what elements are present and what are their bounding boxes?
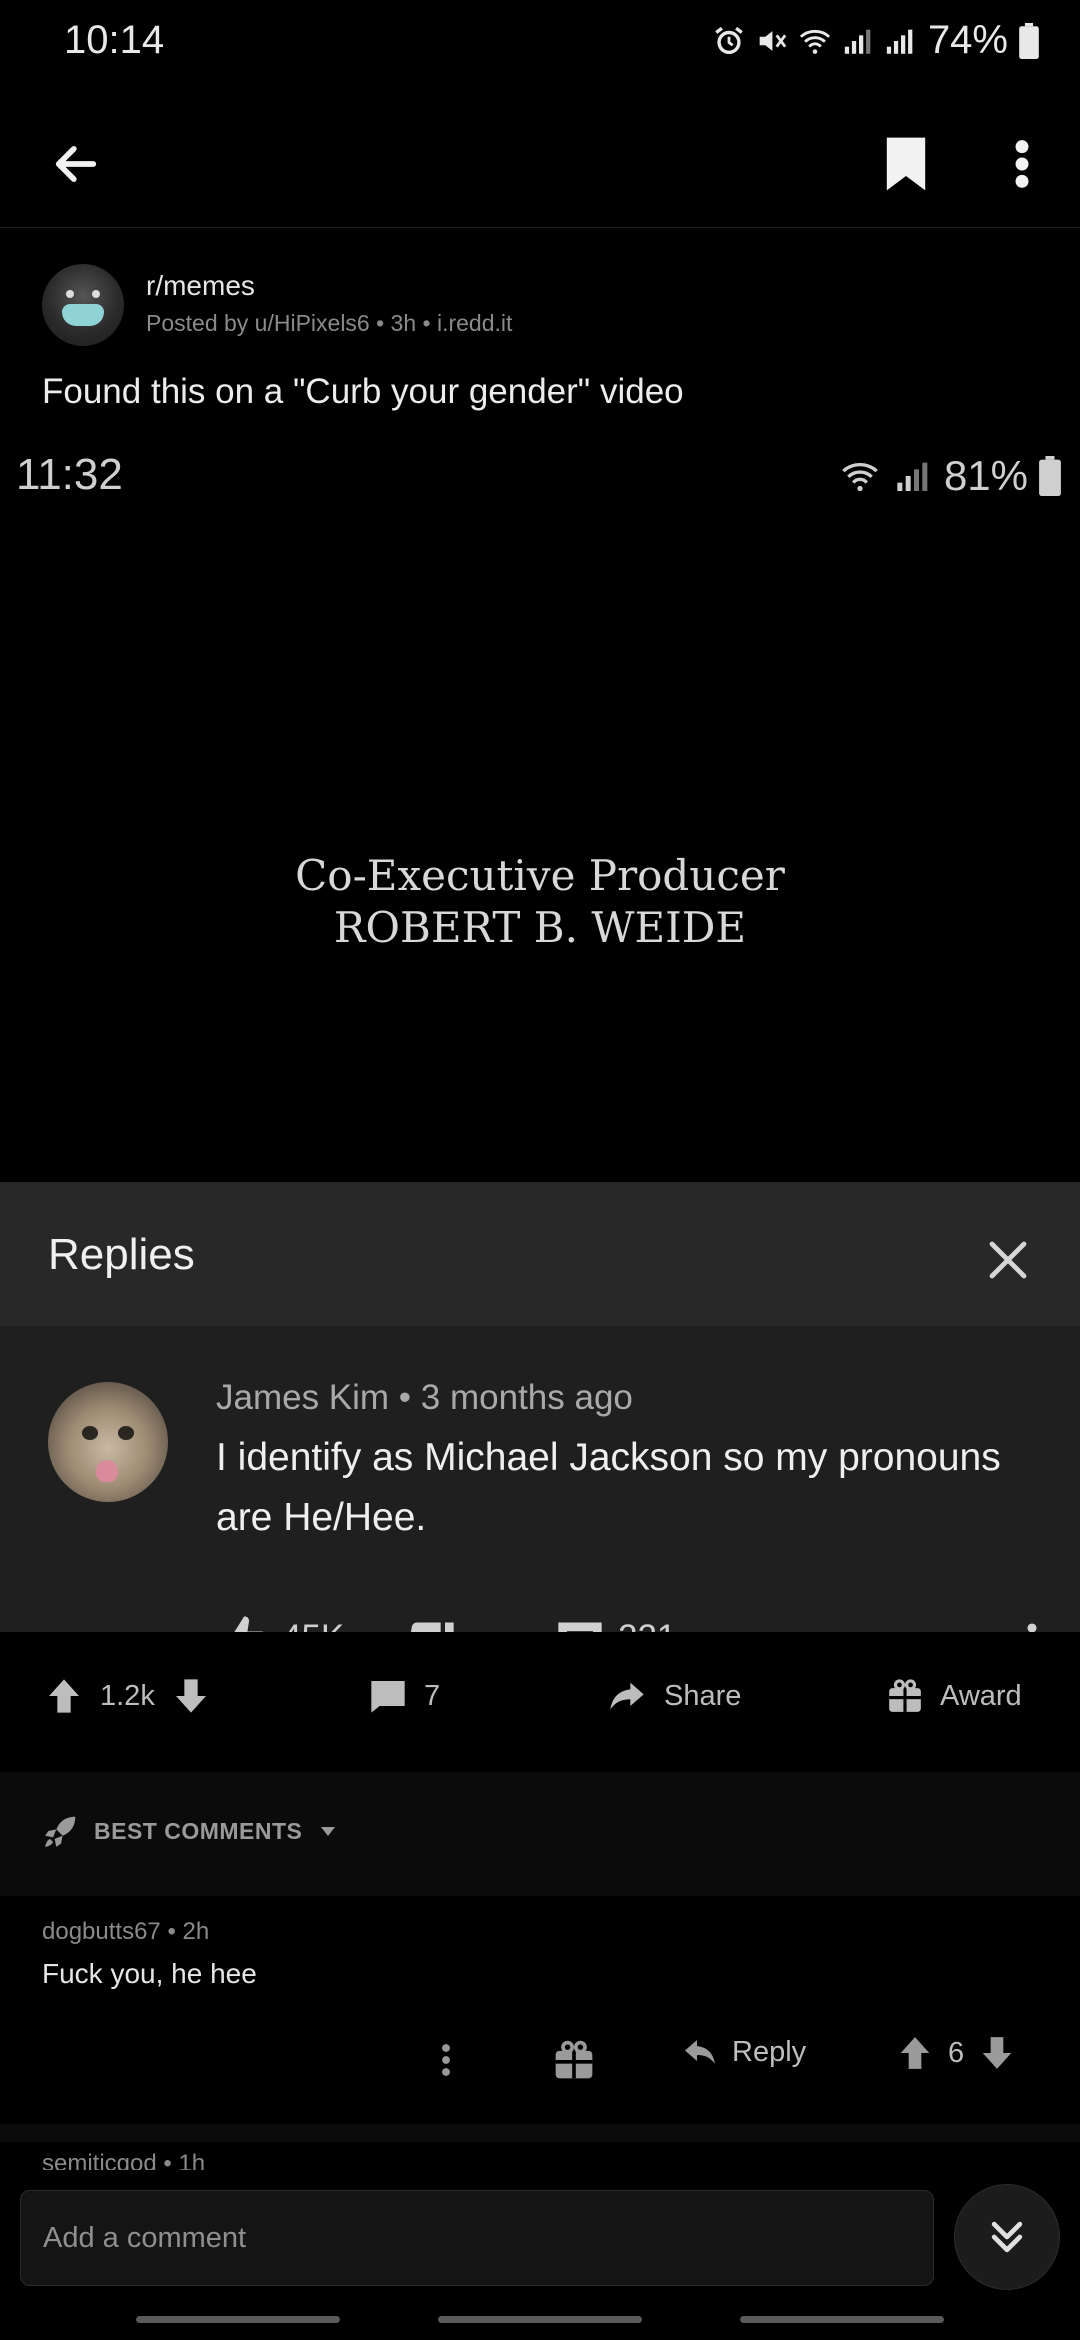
nav-gesture-center (438, 2316, 642, 2323)
back-button[interactable] (40, 128, 112, 200)
share-icon (610, 1682, 644, 1710)
post-comments-button[interactable]: 7 (368, 1676, 440, 1716)
sort-label: BEST COMMENTS (94, 1817, 303, 1844)
nav-gesture-left (136, 2316, 340, 2323)
battery-percent: 74% (927, 18, 1008, 62)
bookmark-icon (886, 137, 926, 191)
app-top-bar (0, 100, 1080, 228)
comment-item: dogbutts67 • 2h Fuck you, he hee Reply 6 (0, 1896, 1080, 2124)
comment-meta[interactable]: dogbutts67 • 2h (42, 1918, 209, 1946)
more-vertical-icon (442, 2044, 450, 2076)
save-post-button[interactable] (870, 128, 942, 200)
jump-to-next-comment-button[interactable] (954, 2184, 1060, 2290)
upvote-icon[interactable] (44, 1676, 84, 1716)
close-icon (989, 1241, 1027, 1279)
embedded-battery-percent: 81% (943, 452, 1028, 499)
reply-author-meta: James Kim • 3 months ago (216, 1378, 633, 1417)
gift-icon[interactable] (552, 2038, 596, 2082)
embedded-status-right: 81% (836, 452, 1062, 500)
battery-icon (1039, 456, 1061, 496)
comment-text: Fuck you, he hee (42, 1958, 257, 1989)
more-options-button[interactable] (986, 128, 1058, 200)
post-vote-group: 1.2k (44, 1676, 211, 1716)
credit-line-1: Co-Executive Producer (295, 851, 785, 900)
replies-title: Replies (48, 1230, 195, 1279)
post-meta: Posted by u/HiPixels6 • 3h • i.redd.it (146, 310, 513, 336)
subreddit-name[interactable]: r/memes (146, 270, 255, 302)
share-button[interactable]: Share (606, 1676, 741, 1716)
rocket-icon (45, 1816, 76, 1847)
status-time: 10:14 (64, 18, 165, 62)
wifi-icon (799, 29, 831, 54)
arrow-left-icon (55, 146, 97, 182)
reply-label: Reply (732, 2035, 807, 2068)
comment-reply-button[interactable]: Reply (680, 2034, 806, 2070)
roaming-signal-icon (886, 29, 913, 54)
reply-icon (685, 2040, 715, 2064)
downvote-icon[interactable] (978, 2034, 1016, 2072)
more-vertical-icon (1015, 140, 1029, 188)
embedded-status-time: 11:32 (16, 450, 123, 499)
credit-line-2: ROBERT B. WEIDE (333, 903, 747, 952)
wifi-icon (842, 463, 878, 492)
downvote-icon[interactable] (171, 1676, 211, 1716)
comment-actions: Reply 6 (0, 2026, 1080, 2096)
comment-vote-group: 6 (896, 2034, 1016, 2072)
comment-vote-count: 6 (948, 2036, 965, 2069)
mute-icon (759, 30, 787, 51)
post-header: r/memes Posted by u/HiPixels6 • 3h • i.r… (0, 250, 1080, 370)
upvote-icon[interactable] (896, 2034, 934, 2072)
add-comment-input[interactable] (20, 2190, 934, 2286)
award-label: Award (940, 1679, 1022, 1712)
post-vote-count: 1.2k (100, 1679, 155, 1712)
subreddit-avatar[interactable] (42, 264, 124, 346)
status-right: 74% (712, 18, 1040, 63)
signal-icon (844, 29, 871, 54)
gift-icon (889, 1679, 921, 1712)
comment-more-button[interactable] (426, 2032, 466, 2088)
comment-sort-selector[interactable]: BEST COMMENTS (42, 1812, 340, 1850)
post-title: Found this on a "Curb your gender" video (42, 372, 684, 411)
comment-sort-bar[interactable]: BEST COMMENTS (0, 1772, 1080, 1896)
double-chevron-down-icon (991, 2221, 1023, 2253)
alarm-icon (715, 26, 743, 54)
chevron-down-icon (321, 1827, 336, 1836)
post-comment-count: 7 (424, 1679, 441, 1712)
status-icons (712, 24, 918, 58)
nav-gesture-right (740, 2316, 944, 2323)
close-replies-button[interactable] (972, 1224, 1044, 1296)
signal-icon (897, 462, 928, 491)
battery-icon (1019, 22, 1039, 59)
replies-panel: Replies James Kim • 3 months ago I ident… (0, 1182, 1080, 1672)
replies-header: Replies (0, 1182, 1080, 1326)
reply-avatar[interactable] (48, 1382, 168, 1502)
post-actions-bar: 1.2k 7 Share Award (0, 1632, 1080, 1772)
status-bar: 10:14 74% (0, 0, 1080, 84)
add-comment-bar (0, 2170, 1080, 2340)
comment-icon (371, 1681, 405, 1713)
share-label: Share (664, 1679, 742, 1712)
award-button[interactable]: Award (886, 1676, 1022, 1716)
video-credit: Co-Executive Producer ROBERT B. WEIDE (0, 850, 1080, 954)
reply-text: I identify as Michael Jackson so my pron… (216, 1436, 1001, 1539)
comment-divider (0, 2124, 1080, 2142)
